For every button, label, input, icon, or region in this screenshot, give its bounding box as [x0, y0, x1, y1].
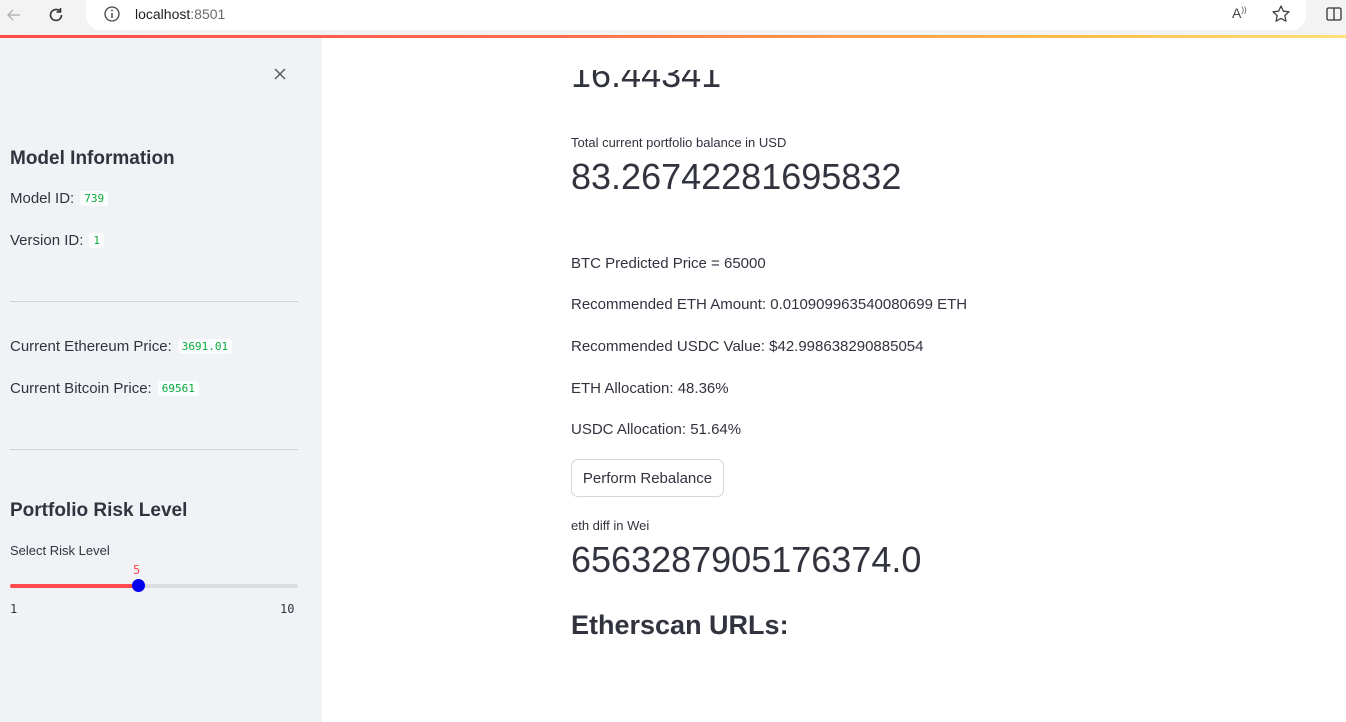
recommended-eth-text: Recommended ETH Amount: 0.01090996354008… — [571, 296, 968, 313]
close-sidebar-button[interactable] — [270, 64, 290, 84]
portfolio-balance-value: 83.26742281695832 — [571, 156, 902, 197]
risk-slider-value: 5 — [133, 563, 141, 577]
risk-slider-thumb[interactable] — [132, 579, 145, 592]
version-id-value: 1 — [89, 233, 104, 248]
risk-slider-fill — [10, 584, 138, 588]
split-screen-icon[interactable] — [1326, 6, 1342, 22]
model-id-label: Model ID: — [10, 190, 75, 207]
eth-diff-label: eth diff in Wei — [571, 518, 650, 533]
reload-icon[interactable] — [42, 3, 70, 27]
version-id-label: Version ID: — [10, 232, 84, 249]
usdc-allocation-text: USDC Allocation: 51.64% — [571, 421, 742, 438]
risk-slider-min: 1 — [10, 602, 18, 616]
model-info-heading: Model Information — [10, 148, 175, 169]
eth-allocation-text: ETH Allocation: 48.36% — [571, 380, 729, 397]
risk-slider-max: 10 — [280, 602, 295, 616]
main-content: 16.44341 Total current portfolio balance… — [322, 38, 1346, 722]
divider — [10, 449, 298, 450]
eth-diff-value: 6563287905176374.0 — [571, 539, 922, 580]
recommended-usdc-text: Recommended USDC Value: $42.998638290885… — [571, 338, 924, 355]
read-aloud-icon[interactable]: A)) — [1232, 5, 1247, 21]
model-id-row: Model ID: 739 — [10, 190, 109, 207]
risk-slider-label: Select Risk Level — [10, 543, 110, 558]
btc-price-label: Current Bitcoin Price: — [10, 380, 152, 397]
url-text[interactable]: localhost:8501 — [135, 6, 225, 22]
model-id-value: 739 — [80, 191, 109, 206]
eth-price-row: Current Ethereum Price: 3691.01 — [10, 338, 233, 355]
portfolio-balance-label: Total current portfolio balance in USD — [571, 135, 787, 150]
risk-slider-track[interactable] — [10, 579, 298, 592]
risk-heading: Portfolio Risk Level — [10, 500, 188, 521]
eth-price-label: Current Ethereum Price: — [10, 338, 172, 355]
eth-price-value: 3691.01 — [177, 339, 233, 354]
url-host: localhost — [135, 6, 191, 22]
metric-value-cut-off: 16.44341 — [571, 70, 722, 95]
version-id-row: Version ID: 1 — [10, 232, 104, 249]
btc-price-value: 69561 — [157, 381, 199, 396]
close-icon — [274, 68, 286, 80]
browser-toolbar: localhost:8501 A)) — [0, 0, 1346, 36]
back-arrow-icon[interactable] — [0, 3, 28, 27]
btc-predicted-text: BTC Predicted Price = 65000 — [571, 255, 766, 272]
favorite-star-icon[interactable] — [1271, 4, 1291, 24]
sidebar: Model Information Model ID: 739 Version … — [0, 38, 322, 722]
perform-rebalance-button[interactable]: Perform Rebalance — [571, 459, 724, 497]
etherscan-heading: Etherscan URLs: — [571, 610, 789, 640]
address-bar[interactable]: localhost:8501 A)) — [86, 0, 1306, 30]
info-icon[interactable] — [103, 5, 121, 23]
url-port: :8501 — [190, 6, 226, 22]
btc-price-row: Current Bitcoin Price: 69561 — [10, 380, 199, 397]
divider — [10, 301, 298, 302]
